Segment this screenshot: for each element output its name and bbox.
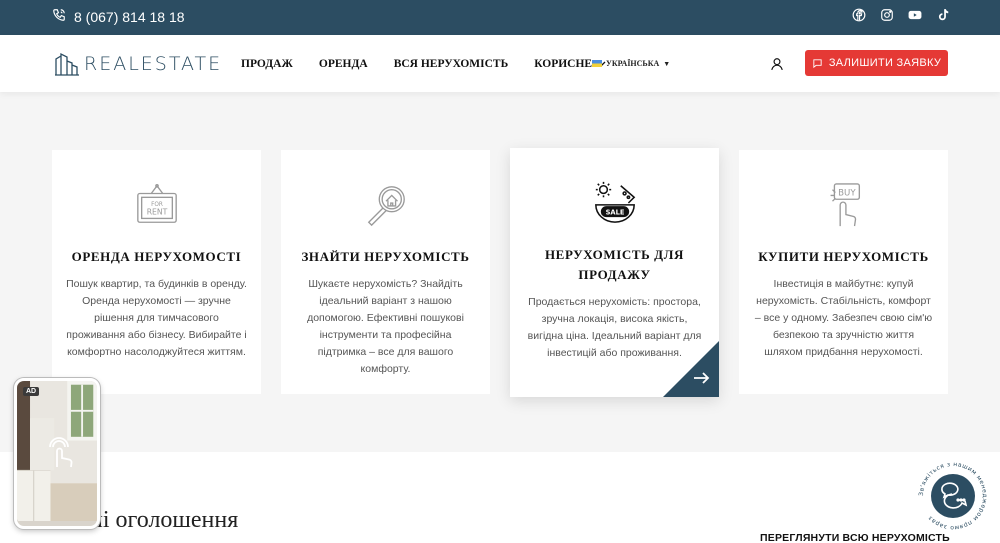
card-description: Пошук квартир, та будинків в оренду. Оре… [66, 278, 247, 358]
caret-down-icon: ▼ [663, 59, 671, 68]
svg-text:RENT: RENT [146, 208, 167, 217]
service-card-buy[interactable]: BUY КУПИТИ НЕРУХОМІСТЬ Інвестиція в майб… [739, 150, 948, 394]
phone-number: 8 (067) 814 18 18 [74, 8, 185, 25]
buildings-icon [55, 52, 79, 76]
card-description: Шукаєте нерухомість? Знайдіть ідеальний … [307, 278, 464, 375]
arrow-right-icon[interactable] [663, 341, 719, 397]
card-title: ОРЕНДА НЕРУХОМОСТІ [71, 249, 242, 264]
for-rent-sign-icon: FOR RENT [136, 184, 177, 223]
view-all-property-link[interactable]: ПЕРЕГЛЯНУТИ ВСЮ НЕРУХОМІСТЬ [760, 532, 950, 543]
svg-text:BUY: BUY [838, 188, 856, 198]
ukraine-flag-icon [592, 60, 602, 67]
logo-text: REALESTATE [84, 53, 223, 75]
section-heading: ні оголошення [90, 507, 239, 533]
card-title: НЕРУХОМІСТЬ ДЛЯ ПРОДАЖУ [544, 247, 685, 282]
search-house-icon [367, 186, 405, 227]
youtube-icon[interactable] [908, 8, 922, 22]
user-account-icon[interactable] [770, 57, 784, 71]
phone-link[interactable]: 8 (067) 814 18 18 [52, 8, 185, 25]
card-title: ЗНАЙТИ НЕРУХОМІСТЬ [301, 249, 470, 264]
leave-request-label: ЗАЛИШИТИ ЗАЯВКУ [828, 57, 942, 69]
language-selector[interactable]: УКРАЇНСЬКА ▼ [592, 59, 670, 68]
nav-item-sale[interactable]: ПРОДАЖ [241, 58, 293, 70]
instagram-icon[interactable] [880, 8, 894, 22]
top-bar: 8 (067) 814 18 18 [0, 0, 1000, 35]
tiktok-icon[interactable] [936, 8, 950, 22]
svg-text:SALE: SALE [605, 209, 624, 217]
service-card-rent[interactable]: FOR RENT ОРЕНДА НЕРУХОМОСТІ Пошук кварти… [52, 150, 261, 394]
card-title: КУПИТИ НЕРУХОМІСТЬ [758, 249, 929, 264]
card-description: Інвестиція в майбутнє: купуй нерухомість… [754, 278, 933, 358]
phone-icon [52, 8, 66, 25]
service-card-find[interactable]: ЗНАЙТИ НЕРУХОМІСТЬ Шукаєте нерухомість? … [281, 150, 490, 394]
main-nav: ПРОДАЖ ОРЕНДА ВСЯ НЕРУХОМІСТЬ КОРИСНЕ [241, 58, 606, 70]
ad-badge: AD [23, 387, 40, 396]
nav-item-all-property[interactable]: ВСЯ НЕРУХОМІСТЬ [394, 58, 509, 70]
nav-item-rent[interactable]: ОРЕНДА [319, 58, 368, 70]
service-card-for-sale[interactable]: SALE НЕРУХОМІСТЬ ДЛЯ ПРОДАЖУ Продається … [510, 148, 719, 397]
nav-item-useful-label: КОРИСНЕ [534, 58, 593, 70]
facebook-icon[interactable] [852, 8, 866, 22]
social-links [852, 8, 950, 22]
main-header: REALESTATE ПРОДАЖ ОРЕНДА ВСЯ НЕРУХОМІСТЬ… [0, 35, 1000, 92]
buy-hand-icon: BUY [830, 183, 860, 227]
chat-bubble-icon [813, 58, 822, 68]
sale-badge-icon: SALE [594, 181, 635, 223]
ad-video-widget[interactable]: AD [14, 378, 100, 529]
site-logo[interactable]: REALESTATE [54, 51, 222, 77]
tap-hand-icon [49, 437, 73, 468]
chat-manager-badge[interactable]: Зв'яжіться з нашим менеджером прямо зара… [917, 460, 989, 532]
leave-request-button[interactable]: ЗАЛИШИТИ ЗАЯВКУ [805, 50, 948, 76]
language-label: УКРАЇНСЬКА [606, 59, 660, 68]
